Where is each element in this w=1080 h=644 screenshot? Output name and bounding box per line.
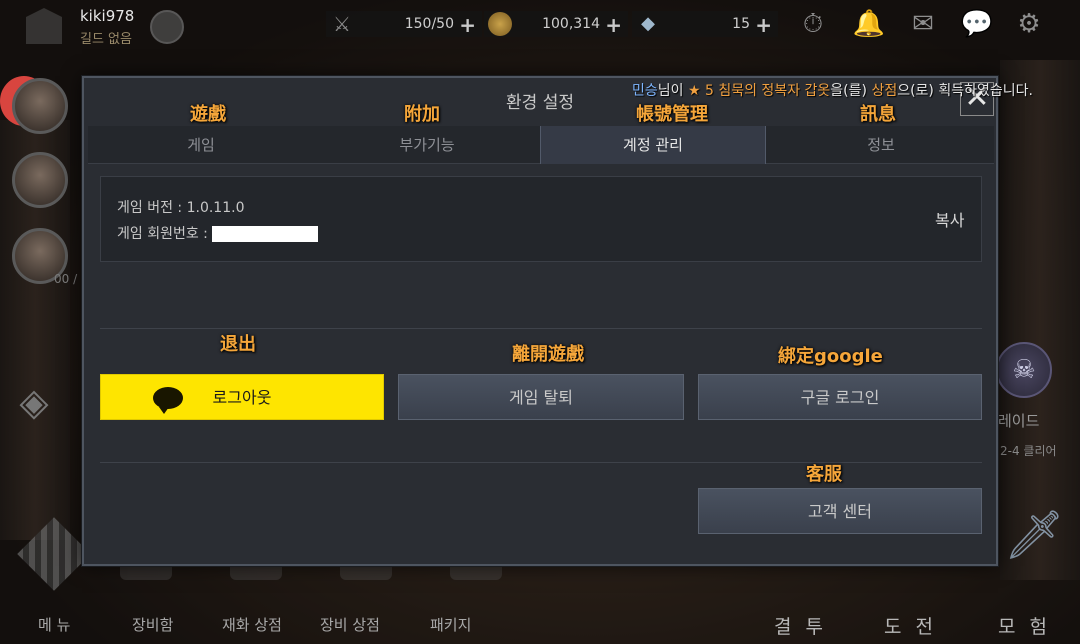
add-gem-button[interactable]: + (755, 13, 772, 37)
divider (100, 462, 982, 463)
withdraw-button[interactable]: 게임 탈퇴 (398, 374, 684, 420)
guild-name: 길드 없음 (80, 32, 132, 47)
clock-icon[interactable]: ⏱ (796, 8, 830, 40)
google-login-button[interactable]: 구글 로그인 (698, 374, 982, 420)
redacted-member-number (211, 226, 318, 242)
logout-label: 로그아웃 (212, 388, 272, 407)
tab-info[interactable]: 정보 (768, 126, 994, 164)
account-info-box: 게임 버전 : 1.0.11.0 게임 회원번호 : 복사 (100, 176, 982, 262)
guild-emblem-icon[interactable] (26, 8, 62, 44)
tab-addon[interactable]: 부가기능 (314, 126, 540, 164)
divider (100, 328, 982, 329)
dpad-icon[interactable]: ◈ (12, 380, 56, 424)
sword-icon[interactable]: 🗡 (1004, 505, 1065, 565)
notice-shop: 상점 (871, 83, 898, 99)
nav-battle[interactable]: 결 투 (774, 612, 827, 639)
member-number-label: 게임 회원번호 : (117, 226, 208, 242)
nav-equipment-box[interactable]: 장비함 (132, 614, 173, 635)
annotation-addon: 附加 (404, 104, 440, 125)
notice-item: ★ 5 침묵의 정복자 갑옷 (687, 83, 831, 99)
bell-icon[interactable]: 🔔 (852, 8, 886, 40)
party-avatar-1[interactable] (12, 78, 68, 134)
game-version: 게임 버전 : 1.0.11.0 (117, 200, 245, 216)
notice-text-1: 님이 (657, 83, 688, 99)
gold-coin-icon (488, 12, 512, 36)
stamina-value: 150/50 (404, 16, 454, 32)
copy-button[interactable]: 복사 (935, 207, 964, 231)
add-stamina-button[interactable]: + (459, 13, 476, 37)
add-gold-button[interactable]: + (605, 13, 622, 37)
gear-icon[interactable]: ⚙ (1012, 8, 1046, 40)
nav-menu[interactable]: 메 뉴 (38, 614, 70, 635)
raid-label: 레이드 (998, 412, 1040, 430)
nav-package[interactable]: 패키지 (430, 614, 471, 635)
tab-game[interactable]: 게임 (88, 126, 314, 164)
notice-text-2: 을(를) (830, 83, 872, 99)
top-hud: kiki978 길드 없음 ⚔ 150/50 + 100,314 + ◆ 15 … (0, 0, 1080, 48)
acquire-notice: 민승님이 ★ 5 침묵의 정복자 갑옷을(를) 상점으(로) 획득하였습니다. (632, 80, 1033, 100)
helmet-icon[interactable] (150, 10, 184, 44)
annotation-game: 遊戲 (190, 104, 226, 125)
annotation-account: 帳號管理 (636, 104, 708, 125)
nav-equipment-shop[interactable]: 장비 상점 (320, 614, 380, 635)
mail-icon[interactable]: ✉ (906, 8, 940, 40)
sword-icon: ⚔ (333, 12, 351, 36)
gold-value: 100,314 (542, 16, 600, 32)
kakao-logout-button[interactable]: 로그아웃 (100, 374, 384, 420)
party-avatar-2[interactable] (12, 152, 68, 208)
chat-icon[interactable]: 💬 (960, 8, 994, 40)
nav-currency-shop[interactable]: 재화 상점 (222, 614, 282, 635)
bottom-nav: 메 뉴 장비함 재화 상점 장비 상점 패키지 결 투 도 전 모 험 (0, 604, 1080, 644)
annotation-support: 客服 (806, 464, 842, 485)
gem-value: 15 (732, 16, 750, 32)
annotation-logout: 退出 (220, 334, 256, 355)
tab-account[interactable]: 계정 관리 (540, 126, 766, 164)
gold-counter: 100,314 + (484, 11, 628, 37)
diamond-icon: ◆ (641, 13, 655, 34)
raid-clear-text: 2-4 클리어 (1000, 444, 1057, 458)
annotation-withdraw: 離開遊戲 (512, 344, 584, 365)
kakao-chat-icon (153, 387, 183, 414)
settings-dialog: 환경 설정 ✕ 게임 부가기능 계정 관리 정보 게임 버전 : 1.0.11.… (82, 76, 998, 566)
annotation-info: 訊息 (860, 104, 896, 125)
stamina-counter: ⚔ 150/50 + (326, 11, 482, 37)
notice-player: 민승 (632, 83, 658, 99)
gem-counter: ◆ 15 + (632, 11, 778, 37)
player-name: kiki978 (80, 7, 135, 25)
settings-tabs: 게임 부가기능 계정 관리 정보 (88, 126, 994, 164)
skull-raid-icon[interactable]: ☠ (996, 342, 1052, 398)
nav-adventure[interactable]: 모 험 (998, 612, 1051, 639)
customer-center-button[interactable]: 고객 센터 (698, 488, 982, 534)
annotation-google: 綁定google (778, 346, 883, 367)
notice-text-3: 으(로) 획득하였습니다. (897, 83, 1033, 99)
member-number-row: 게임 회원번호 : (117, 223, 318, 243)
nav-challenge[interactable]: 도 전 (884, 612, 937, 639)
